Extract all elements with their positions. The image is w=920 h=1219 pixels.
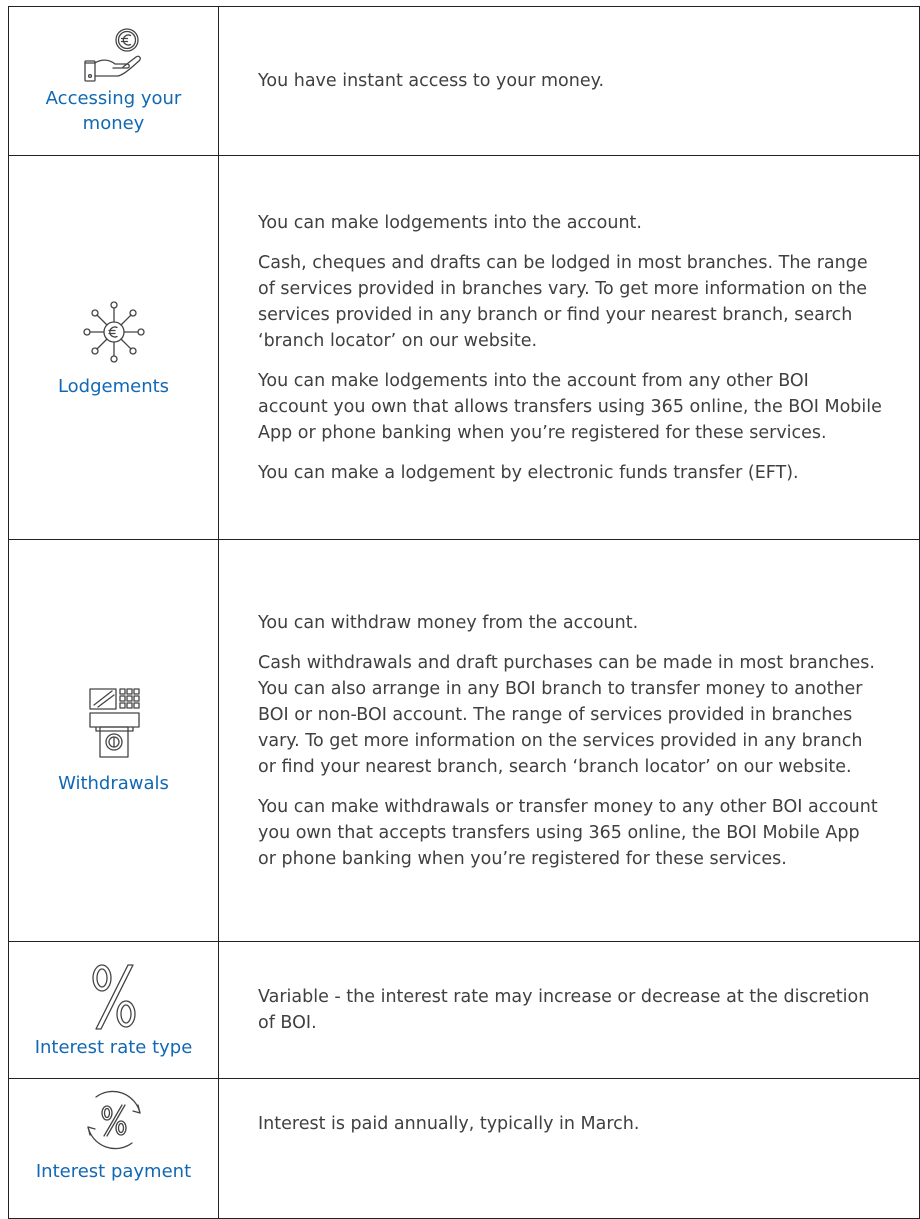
percent-icon xyxy=(91,963,136,1030)
feature-cell: Accessing your money xyxy=(9,7,219,155)
features-table: Accessing your money You have instant ac… xyxy=(0,0,920,1219)
feature-label: Interest rate type xyxy=(34,1036,193,1058)
description-paragraph: You can make a lodgement by electronic f… xyxy=(258,462,799,483)
feature-cell: Withdrawals xyxy=(9,540,219,941)
feature-cell: Interest rate type xyxy=(9,942,219,1078)
feature-description: You can withdraw money from the account.… xyxy=(219,540,919,941)
feature-cell: Interest payment xyxy=(9,1079,219,1218)
feature-label: Interest payment xyxy=(35,1161,192,1182)
table-row: Accessing your money You have instant ac… xyxy=(8,6,920,156)
atm-icon xyxy=(88,688,140,758)
description-paragraph: You can make lodgements into the account… xyxy=(258,370,882,443)
description-paragraph: You can make lodgements into the account… xyxy=(258,212,642,233)
description-paragraph: Cash withdrawals and draft purchases can… xyxy=(258,652,875,777)
feature-description: Variable - the interest rate may increas… xyxy=(219,942,919,1078)
euro-network-icon xyxy=(82,301,145,363)
feature-label: Lodgements xyxy=(57,376,170,397)
percent-cycle-icon xyxy=(86,1090,141,1150)
feature-label: Withdrawals xyxy=(58,773,169,794)
table-row: Interest rate type Variable - the intere… xyxy=(8,942,920,1079)
table-row: Lodgements You can make lodgements into … xyxy=(8,156,920,540)
feature-description: You can make lodgements into the account… xyxy=(219,156,919,539)
description-paragraph: You have instant access to your money. xyxy=(258,71,605,91)
table-row: Interest payment Interest is paid annual… xyxy=(8,1079,920,1219)
description-paragraph: You can withdraw money from the account. xyxy=(258,612,639,633)
description-paragraph: Variable - the interest rate may increas… xyxy=(258,987,870,1033)
feature-description: You have instant access to your money. xyxy=(219,7,919,155)
description-paragraph: Interest is paid annually, typically in … xyxy=(258,1114,640,1134)
feature-cell: Lodgements xyxy=(9,156,219,539)
table-row: Withdrawals You can withdraw money from … xyxy=(8,540,920,942)
feature-label: Accessing your money xyxy=(45,88,182,134)
hand-euro-icon xyxy=(83,28,141,82)
description-paragraph: Cash, cheques and drafts can be lodged i… xyxy=(258,252,868,351)
description-paragraph: You can make withdrawals or transfer mon… xyxy=(258,796,878,869)
feature-description: Interest is paid annually, typically in … xyxy=(219,1079,919,1218)
